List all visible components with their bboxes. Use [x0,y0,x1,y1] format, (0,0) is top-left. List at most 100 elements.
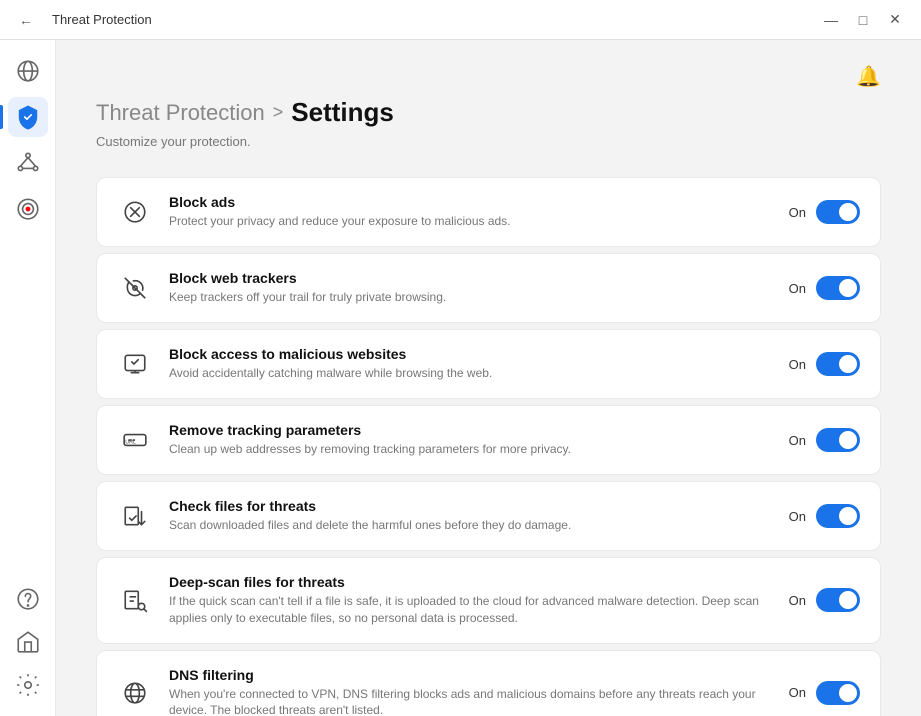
setting-status-remove-tracking: On [789,433,806,448]
sidebar-item-help[interactable] [8,579,48,619]
breadcrumb-arrow: > [273,102,284,123]
settings-list: Block ads Protect your privacy and reduc… [96,177,881,716]
close-button[interactable]: ✕ [881,6,909,34]
back-icon: ← [19,12,33,28]
setting-info-block-malicious: Block access to malicious websites Avoid… [169,346,773,382]
setting-card-dns-filtering: DNS filtering When you're connected to V… [96,650,881,716]
setting-desc-remove-tracking: Clean up web addresses by removing track… [169,441,773,458]
toggle-remove-tracking[interactable] [816,428,860,452]
setting-desc-block-malicious: Avoid accidentally catching malware whil… [169,365,773,382]
setting-info-dns-filtering: DNS filtering When you're connected to V… [169,667,773,716]
toggle-slider-block-ads [816,200,860,224]
setting-status-block-malicious: On [789,357,806,372]
setting-control-check-files: On [789,504,860,528]
setting-card-deep-scan: Deep-scan files for threats If the quick… [96,557,881,644]
toggle-slider-block-malicious [816,352,860,376]
minimize-icon: — [824,12,838,28]
window-title: Threat Protection [52,12,152,27]
toggle-dns-filtering[interactable] [816,681,860,705]
toggle-slider-dns-filtering [816,681,860,705]
sidebar-item-target[interactable] [8,189,48,229]
window-controls: — □ ✕ [817,6,909,34]
setting-control-block-ads: On [789,200,860,224]
setting-control-dns-filtering: On [789,681,860,705]
breadcrumb-parent[interactable]: Threat Protection [96,100,265,126]
toggle-slider-block-trackers [816,276,860,300]
toggle-slider-remove-tracking [816,428,860,452]
check-files-icon [117,498,153,534]
deep-scan-icon [117,582,153,618]
setting-info-block-trackers: Block web trackers Keep trackers off you… [169,270,773,306]
setting-card-check-files: Check files for threats Scan downloaded … [96,481,881,551]
setting-title-deep-scan: Deep-scan files for threats [169,574,773,590]
globe-icon [15,58,41,84]
home-icon [15,629,41,655]
breadcrumb: Threat Protection > Settings [96,97,881,128]
block-trackers-icon [117,270,153,306]
remove-tracking-icon: URL [117,422,153,458]
sidebar-item-shield[interactable] [8,97,48,137]
setting-status-block-trackers: On [789,281,806,296]
maximize-icon: □ [859,12,867,28]
setting-title-dns-filtering: DNS filtering [169,667,773,683]
title-bar-left: ← Threat Protection [12,6,152,34]
shield-icon [15,104,41,130]
breadcrumb-current: Settings [291,97,394,128]
setting-title-block-trackers: Block web trackers [169,270,773,286]
sidebar-bottom [8,576,48,708]
block-ads-icon [117,194,153,230]
setting-control-block-trackers: On [789,276,860,300]
setting-desc-block-ads: Protect your privacy and reduce your exp… [169,213,773,230]
sidebar-item-globe[interactable] [8,51,48,91]
mesh-icon [15,150,41,176]
setting-title-remove-tracking: Remove tracking parameters [169,422,773,438]
block-malicious-icon [117,346,153,382]
svg-text:URL: URL [125,439,136,445]
setting-status-block-ads: On [789,205,806,220]
sidebar-item-mesh[interactable] [8,143,48,183]
close-icon: ✕ [889,11,901,28]
back-button[interactable]: ← [12,6,40,34]
setting-card-block-malicious: Block access to malicious websites Avoid… [96,329,881,399]
setting-control-remove-tracking: On [789,428,860,452]
main-content: 🔔 Threat Protection > Settings Customize… [56,40,921,716]
toggle-block-trackers[interactable] [816,276,860,300]
setting-title-check-files: Check files for threats [169,498,773,514]
maximize-button[interactable]: □ [849,6,877,34]
setting-desc-block-trackers: Keep trackers off your trail for truly p… [169,289,773,306]
setting-info-deep-scan: Deep-scan files for threats If the quick… [169,574,773,627]
toggle-check-files[interactable] [816,504,860,528]
minimize-button[interactable]: — [817,6,845,34]
setting-info-remove-tracking: Remove tracking parameters Clean up web … [169,422,773,458]
toggle-slider-check-files [816,504,860,528]
setting-title-block-ads: Block ads [169,194,773,210]
setting-info-block-ads: Block ads Protect your privacy and reduc… [169,194,773,230]
bell-icon[interactable]: 🔔 [856,64,881,89]
setting-card-remove-tracking: URL Remove tracking parameters Clean up … [96,405,881,475]
setting-desc-check-files: Scan downloaded files and delete the har… [169,517,773,534]
setting-card-block-ads: Block ads Protect your privacy and reduc… [96,177,881,247]
toggle-slider-deep-scan [816,588,860,612]
target-icon [15,196,41,222]
setting-title-block-malicious: Block access to malicious websites [169,346,773,362]
dns-filtering-icon [117,675,153,711]
sidebar [0,40,56,716]
title-bar: ← Threat Protection — □ ✕ [0,0,921,40]
setting-desc-deep-scan: If the quick scan can't tell if a file i… [169,593,773,627]
setting-info-check-files: Check files for threats Scan downloaded … [169,498,773,534]
setting-status-check-files: On [789,509,806,524]
help-icon [15,586,41,612]
setting-desc-dns-filtering: When you're connected to VPN, DNS filter… [169,686,773,716]
toggle-block-ads[interactable] [816,200,860,224]
setting-status-deep-scan: On [789,593,806,608]
setting-control-block-malicious: On [789,352,860,376]
sidebar-item-home[interactable] [8,622,48,662]
toggle-deep-scan[interactable] [816,588,860,612]
setting-status-dns-filtering: On [789,685,806,700]
app-body: 🔔 Threat Protection > Settings Customize… [0,40,921,716]
sidebar-item-settings[interactable] [8,665,48,705]
page-subtitle: Customize your protection. [96,134,881,149]
toggle-block-malicious[interactable] [816,352,860,376]
setting-card-block-trackers: Block web trackers Keep trackers off you… [96,253,881,323]
gear-icon [15,672,41,698]
